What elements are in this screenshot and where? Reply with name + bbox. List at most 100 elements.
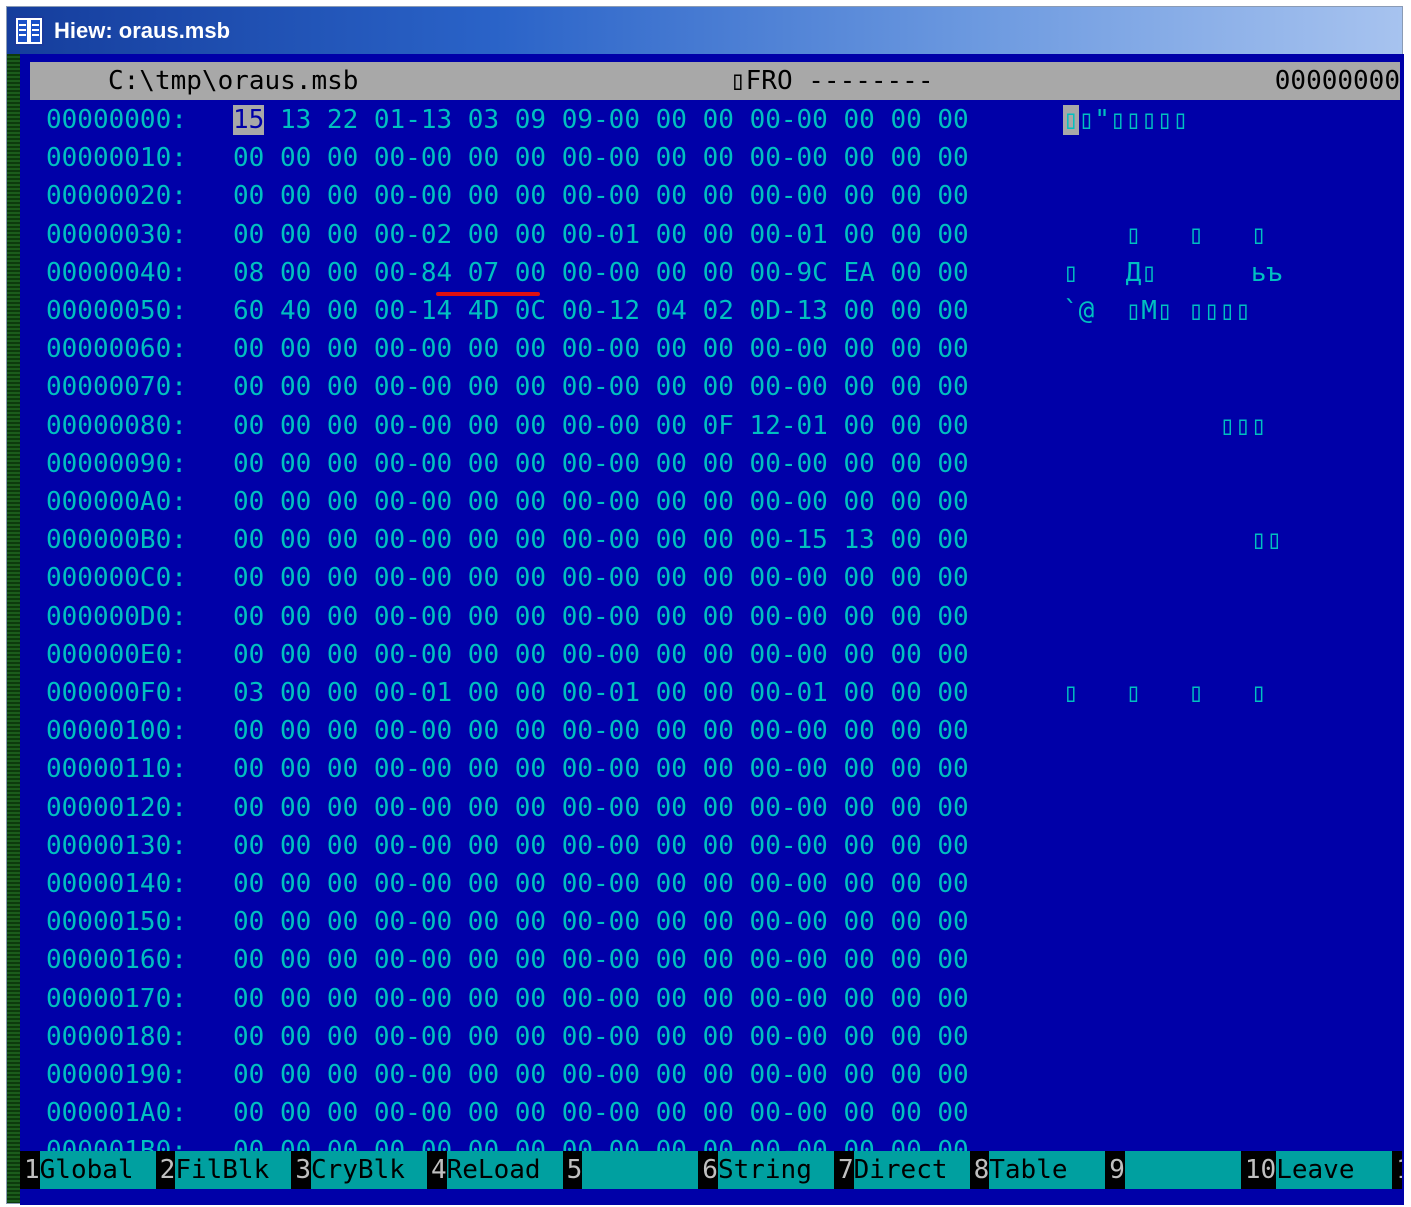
fkey-5[interactable]: 5 (562, 1151, 699, 1189)
row-hex-bytes[interactable]: 00 00 00 00-00 00 00 00-00 00 00 00-00 0… (233, 368, 969, 406)
row-hex-bytes[interactable]: 00 00 00 00-00 00 00 00-00 00 00 00-00 0… (233, 139, 969, 177)
row-address: 00000170: (46, 983, 187, 1014)
row-hex-bytes[interactable]: 00 00 00 00-00 00 00 00-00 00 00 00-00 0… (233, 903, 969, 941)
hex-row[interactable]: 00000070: 00 00 00 00-00 00 00 00-00 00 0… (20, 368, 1404, 406)
row-hex-bytes[interactable]: 00 00 00 00-00 00 00 00-00 00 00 00-00 0… (233, 636, 969, 674)
fkey-number: 3 (291, 1151, 311, 1189)
hex-row[interactable]: 00000110: 00 00 00 00-00 00 00 00-00 00 0… (20, 750, 1404, 788)
hex-row[interactable]: 000000D0: 00 00 00 00-00 00 00 00-00 00 0… (20, 598, 1404, 636)
row-hex-bytes[interactable]: 00 00 00 00-00 00 00 00-00 00 00 00-00 0… (233, 980, 969, 1018)
row-hex-bytes[interactable]: 00 00 00 00-00 00 00 00-00 00 00 00-00 0… (233, 445, 969, 483)
row-address: 000000E0: (46, 639, 187, 670)
fkey-11[interactable]: 11 (1392, 1151, 1402, 1189)
hex-row[interactable]: 00000060: 00 00 00 00-00 00 00 00-00 00 0… (20, 330, 1404, 368)
row-hex-bytes[interactable]: 15 13 22 01-13 03 09 09-00 00 00 00-00 0… (233, 101, 969, 139)
ascii-cursor: ▯ (1063, 105, 1079, 135)
row-hex-bytes[interactable]: 00 00 00 00-00 00 00 00-00 00 00 00-00 0… (233, 598, 969, 636)
row-address: 00000100: (46, 716, 187, 747)
row-hex-bytes[interactable]: 03 00 00 00-01 00 00 00-01 00 00 00-01 0… (233, 674, 969, 712)
row-hex-bytes[interactable]: 60 40 00 00-14 4D 0C 00-12 04 02 0D-13 0… (233, 292, 969, 330)
row-hex-bytes[interactable]: 00 00 00 00-00 00 00 00-00 00 00 00-15 1… (233, 521, 969, 559)
fkey-label: CryBlk (310, 1151, 427, 1189)
fkey-9[interactable]: 9 (1105, 1151, 1241, 1189)
title-bar[interactable]: Hiew: oraus.msb (7, 7, 1402, 54)
hex-row[interactable]: 000000C0: 00 00 00 00-00 00 00 00-00 00 0… (20, 559, 1404, 597)
fkey-label: FilBlk (175, 1151, 292, 1189)
fkey-number: 2 (155, 1151, 176, 1189)
hiew-app-icon[interactable] (14, 15, 44, 46)
row-hex-bytes[interactable]: 00 00 00 00-00 00 00 00-00 00 00 00-00 0… (233, 330, 969, 368)
hex-row[interactable]: 00000030: 00 00 00 00-02 00 00 00-01 00 0… (20, 216, 1404, 254)
row-hex-bytes[interactable]: 00 00 00 00-00 00 00 00-00 00 00 00-00 0… (233, 1018, 969, 1056)
hex-row[interactable]: 00000190: 00 00 00 00-00 00 00 00-00 00 0… (20, 1056, 1404, 1094)
row-address: 000000B0: (46, 525, 187, 556)
row-address: 00000070: (46, 372, 187, 403)
fkey-label: Leave (1276, 1151, 1393, 1189)
fkey-1[interactable]: 1 Global (20, 1151, 156, 1189)
row-ascii: ▯▯"▯▯▯▯▯ (1063, 105, 1189, 135)
row-ascii: ▯ ▯ ▯ ▯ (1063, 678, 1267, 708)
hex-row[interactable]: 00000180: 00 00 00 00-00 00 00 00-00 00 0… (20, 1018, 1404, 1056)
hex-view[interactable]: C:\tmp\oraus.msb ▯FRO -------- 00000000 … (20, 54, 1404, 1205)
row-hex-bytes[interactable]: 00 00 00 00-00 00 00 00-00 00 00 00-00 0… (233, 941, 969, 979)
hex-row[interactable]: 00000040: 08 00 00 00-84 07 00 00-00 00 0… (20, 254, 1404, 292)
edit-cursor: 15 (233, 105, 265, 135)
row-address: 00000140: (46, 869, 187, 899)
fkey-label (1124, 1151, 1241, 1189)
row-hex-bytes[interactable]: 00 00 00 00-02 00 00 00-01 00 00 00-01 0… (233, 216, 969, 254)
window-title: Hiew: oraus.msb (54, 17, 231, 43)
row-address: 00000130: (46, 830, 187, 861)
hex-row[interactable]: 00000140: 00 00 00 00-00 00 00 00-00 00 0… (20, 865, 1404, 903)
hex-row[interactable]: 000001A0: 00 00 00 00-00 00 00 00-00 00 0… (20, 1094, 1404, 1132)
row-hex-bytes[interactable]: 00 00 00 00-00 00 00 00-00 00 00 00-00 0… (233, 827, 969, 865)
fkey-4[interactable]: 4 ReLoad (426, 1151, 563, 1189)
hex-row[interactable]: 00000050: 60 40 00 00-14 4D 0C 00-12 04 0… (20, 292, 1404, 330)
fkey-label: Direct (853, 1151, 970, 1189)
row-address: 00000160: (46, 945, 187, 976)
row-address: 00000120: (46, 792, 187, 823)
hex-row[interactable]: 00000090: 00 00 00 00-00 00 00 00-00 00 0… (20, 445, 1404, 483)
row-address: 00000190: (46, 1060, 187, 1090)
fkey-label (582, 1151, 699, 1189)
row-hex-bytes[interactable]: 00 00 00 00-00 00 00 00-00 00 00 00-00 0… (233, 1056, 969, 1094)
hex-row[interactable]: 00000120: 00 00 00 00-00 00 00 00-00 00 0… (20, 789, 1404, 827)
hex-row[interactable]: 000000F0: 03 00 00 00-01 00 00 00-01 00 0… (20, 674, 1404, 712)
row-hex-bytes[interactable]: 00 00 00 00-00 00 00 00-00 00 00 00-00 0… (233, 789, 969, 827)
hex-row[interactable]: 00000100: 00 00 00 00-00 00 00 00-00 00 0… (20, 712, 1404, 750)
hex-row[interactable]: 000000E0: 00 00 00 00-00 00 00 00-00 00 0… (20, 636, 1404, 674)
row-hex-bytes[interactable]: 00 00 00 00-00 00 00 00-00 00 00 00-00 0… (233, 865, 969, 903)
row-hex-bytes[interactable]: 08 00 00 00-84 07 00 00-00 00 00 00-9C E… (233, 254, 969, 292)
fkey-number: 11 (1392, 1151, 1402, 1189)
row-ascii: `@ ▯M▯ ▯▯▯▯ (1063, 296, 1251, 326)
hex-row[interactable]: 000000B0: 00 00 00 00-00 00 00 00-00 00 0… (20, 521, 1404, 559)
row-hex-bytes[interactable]: 00 00 00 00-00 00 00 00-00 00 00 00-00 0… (233, 750, 969, 788)
row-hex-bytes[interactable]: 00 00 00 00-00 00 00 00-00 00 00 00-00 0… (233, 559, 969, 597)
row-hex-bytes[interactable]: 00 00 00 00-00 00 00 00-00 00 0F 12-01 0… (233, 407, 969, 445)
row-address: 00000030: (46, 219, 187, 250)
hex-row[interactable]: 00000160: 00 00 00 00-00 00 00 00-00 00 0… (20, 941, 1404, 979)
fkey-8[interactable]: 8 Table (969, 1151, 1106, 1189)
row-hex-bytes[interactable]: 00 00 00 00-00 00 00 00-00 00 00 00-00 0… (233, 712, 969, 750)
hex-row[interactable]: 00000010: 00 00 00 00-00 00 00 00-00 00 0… (20, 139, 1404, 177)
fkey-number: 4 (426, 1151, 447, 1189)
hex-row[interactable]: 00000170: 00 00 00 00-00 00 00 00-00 00 0… (20, 980, 1404, 1018)
fkey-label: String (717, 1151, 834, 1189)
row-address: 000001A0: (46, 1098, 187, 1129)
row-hex-bytes[interactable]: 00 00 00 00-00 00 00 00-00 00 00 00-00 0… (233, 1094, 969, 1132)
hex-row[interactable]: 00000130: 00 00 00 00-00 00 00 00-00 00 0… (20, 827, 1404, 865)
hex-row[interactable]: 00000150: 00 00 00 00-00 00 00 00-00 00 0… (20, 903, 1404, 941)
fkey-2[interactable]: 2 FilBlk (155, 1151, 292, 1189)
row-hex-bytes[interactable]: 00 00 00 00-00 00 00 00-00 00 00 00-00 0… (233, 483, 969, 521)
fkey-number: 10 (1240, 1151, 1277, 1189)
hex-row[interactable]: 00000080: 00 00 00 00-00 00 00 00-00 00 0… (20, 407, 1404, 445)
hex-row[interactable]: 00000000: 15 13 22 01-13 03 09 09-00 00 0… (20, 101, 1404, 139)
fkey-3[interactable]: 3 CryBlk (291, 1151, 427, 1189)
fkey-7[interactable]: 7 Direct (833, 1151, 970, 1189)
row-hex-bytes[interactable]: 00 00 00 00-00 00 00 00-00 00 00 00-00 0… (233, 177, 969, 215)
hex-row[interactable]: 00000020: 00 00 00 00-00 00 00 00-00 00 0… (20, 177, 1404, 215)
hex-row[interactable]: 000000A0: 00 00 00 00-00 00 00 00-00 00 0… (20, 483, 1404, 521)
fkey-10[interactable]: 10 Leave (1240, 1151, 1393, 1189)
row-address: 000000D0: (46, 601, 187, 632)
fkey-number: 8 (969, 1151, 990, 1189)
fkey-6[interactable]: 6 String (698, 1151, 834, 1189)
